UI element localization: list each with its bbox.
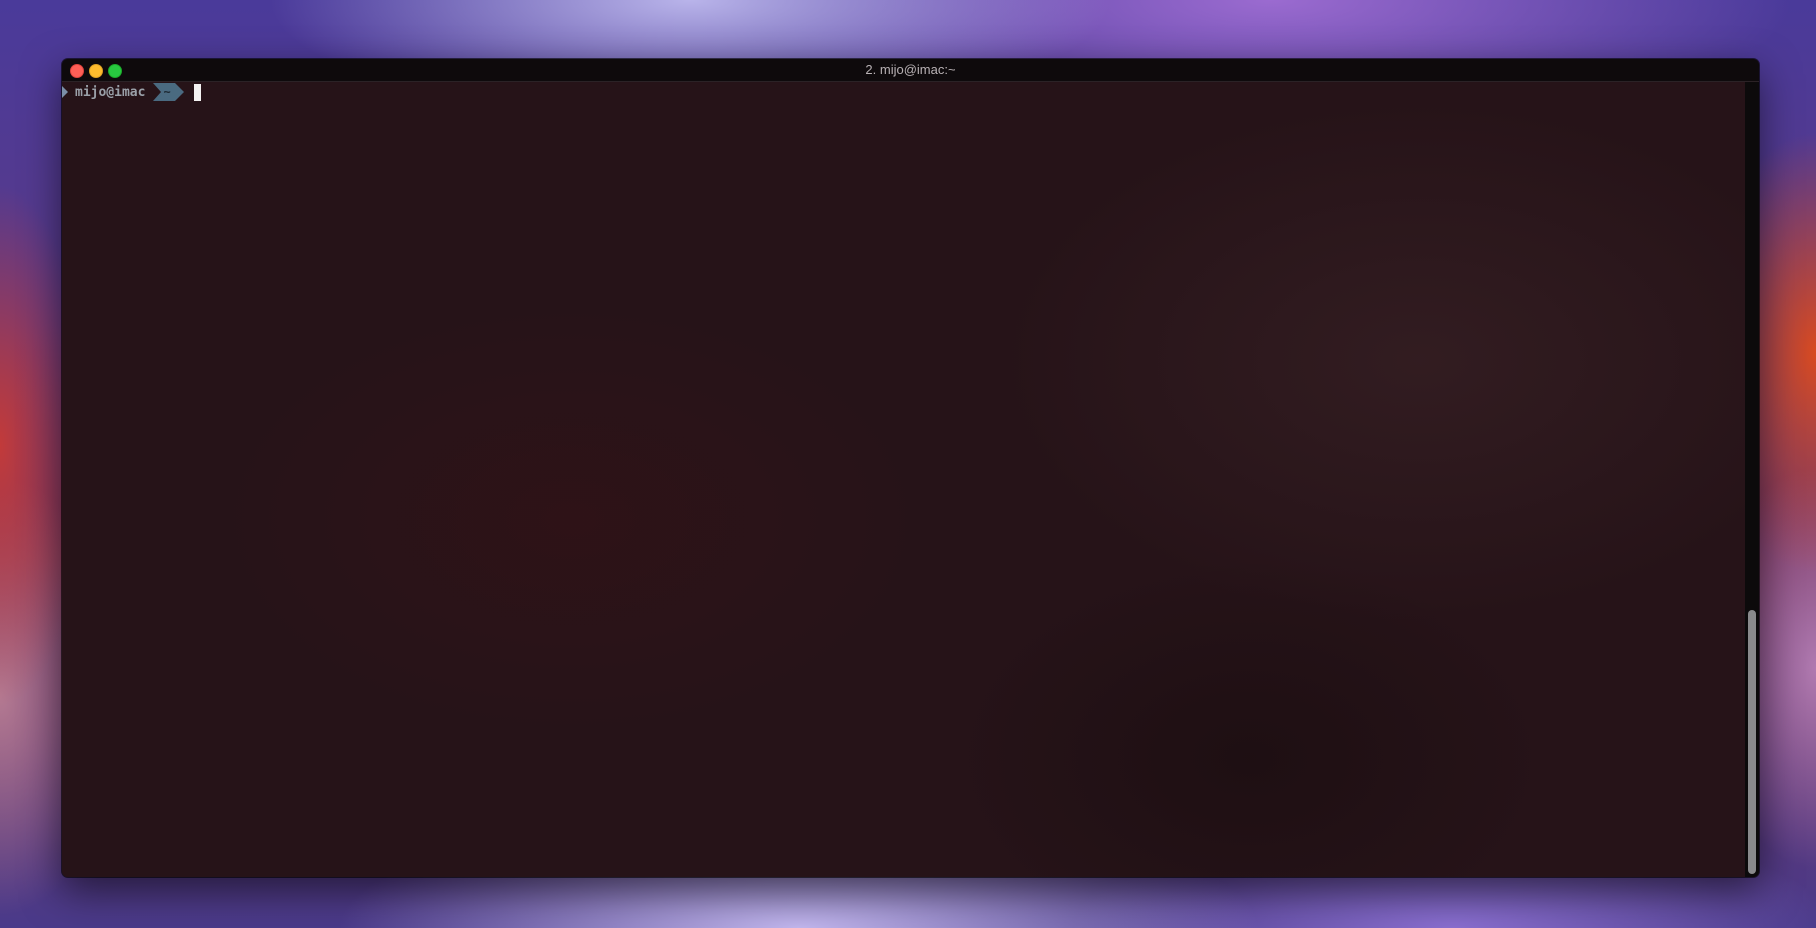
scrollbar-thumb[interactable] bbox=[1748, 610, 1756, 874]
vertical-scrollbar[interactable] bbox=[1745, 82, 1759, 877]
prompt-directory-segment: ~ bbox=[153, 83, 184, 101]
terminal-window: 2. mijo@imac:~ mijo@imac ~ bbox=[62, 59, 1759, 877]
terminal-content[interactable]: mijo@imac ~ bbox=[62, 82, 1759, 877]
prompt-user: mijo@imac bbox=[75, 84, 146, 100]
prompt-directory: ~ bbox=[161, 83, 175, 101]
chevron-right-icon bbox=[62, 86, 68, 98]
prompt-line: mijo@imac ~ bbox=[62, 83, 201, 101]
text-cursor bbox=[193, 83, 201, 101]
window-title: 2. mijo@imac:~ bbox=[865, 62, 956, 77]
title-bar[interactable]: 2. mijo@imac:~ bbox=[62, 59, 1759, 82]
